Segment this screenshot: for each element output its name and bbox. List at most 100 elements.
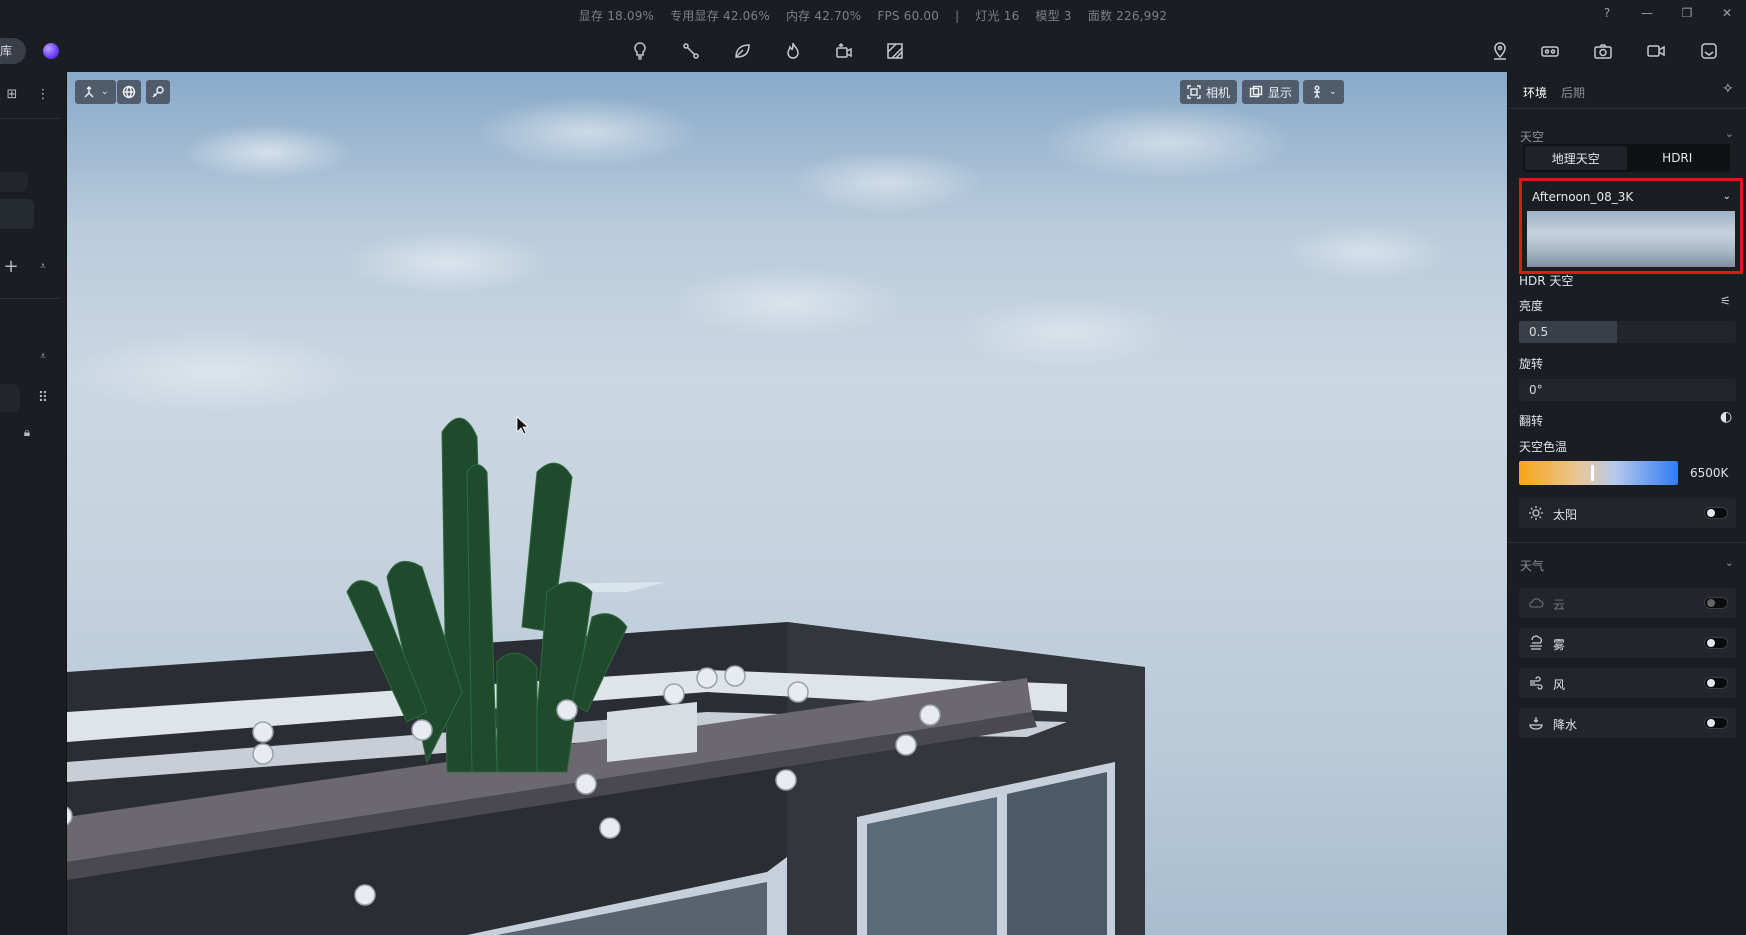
app-window: 显存 18.09% 专用显存 42.06% 内存 42.70% FPS 60.0… bbox=[0, 0, 1746, 935]
3d-viewport[interactable]: ⌄ 相机 显示 ⌄ bbox=[67, 72, 1507, 935]
walk-mode-dropdown[interactable]: ⌄ bbox=[1303, 80, 1344, 104]
transform-mode-dropdown[interactable]: ⌄ bbox=[75, 80, 116, 104]
right-panel: 环境 后期 ✧ 天空 ⌄ 地理天空 HDRI Afternoon_08_3K ⌄… bbox=[1507, 72, 1746, 935]
render-output-icon[interactable] bbox=[1698, 40, 1720, 62]
rain-label: 降水 bbox=[1553, 718, 1578, 732]
rain-row: 降水 bbox=[1519, 708, 1736, 738]
rotation-label: 旋转 bbox=[1519, 357, 1544, 371]
camera-move-tool-icon[interactable] bbox=[833, 40, 855, 62]
library-label: 库 bbox=[0, 44, 13, 58]
sun-toggle[interactable] bbox=[1704, 507, 1728, 519]
sky-color-temp-label: 天空色温 bbox=[1519, 440, 1568, 454]
grid-view-icon[interactable]: ⠿ bbox=[33, 388, 53, 408]
chevron-down-icon: ⌄ bbox=[101, 87, 109, 97]
video-icon[interactable] bbox=[1645, 40, 1667, 62]
filter-dropdown-icon[interactable]: ⩡ bbox=[33, 346, 53, 366]
add-asset-icon[interactable]: ⊞ bbox=[2, 84, 22, 104]
tab-hdri[interactable]: HDRI bbox=[1627, 146, 1729, 170]
weather-section-title: 天气 bbox=[1520, 559, 1545, 573]
wind-icon bbox=[1528, 675, 1544, 691]
left-tab[interactable] bbox=[0, 172, 28, 192]
fog-icon bbox=[1528, 635, 1544, 651]
hdri-select[interactable]: Afternoon_08_3K ⌄ bbox=[1527, 186, 1735, 208]
restore-icon[interactable]: ❐ bbox=[1678, 6, 1696, 20]
stat-dedicated-vram: 专用显存 42.06% bbox=[670, 9, 770, 23]
person-icon bbox=[1314, 85, 1320, 99]
stat-vram: 显存 18.09% bbox=[578, 9, 655, 23]
fire-tool-icon[interactable] bbox=[782, 40, 804, 62]
avatar[interactable] bbox=[43, 43, 59, 59]
location-icon[interactable] bbox=[1489, 40, 1511, 62]
cloud-label: 云 bbox=[1553, 598, 1566, 612]
color-temp-knob[interactable] bbox=[1591, 465, 1594, 481]
left-panel: ⊞ ⋮ + ⩡ ⩡ ⠿ 🔒︎ bbox=[0, 72, 67, 935]
flip-label: 翻转 bbox=[1519, 414, 1544, 428]
chevron-down-icon[interactable]: ⌄ bbox=[1725, 556, 1734, 569]
lock-icon[interactable]: 🔒︎ bbox=[17, 422, 37, 442]
main-toolbar: 库 bbox=[0, 30, 1746, 72]
wind-row: 风 bbox=[1519, 668, 1736, 698]
rain-toggle[interactable] bbox=[1704, 717, 1728, 729]
path-tool-icon[interactable] bbox=[680, 40, 702, 62]
help-icon[interactable]: ? bbox=[1598, 6, 1616, 20]
rain-icon bbox=[1528, 715, 1544, 731]
layers-icon bbox=[1249, 85, 1263, 98]
stat-faces: 面数 226,992 bbox=[1087, 9, 1168, 23]
more-options-icon[interactable]: ⋮ bbox=[33, 84, 53, 104]
close-icon[interactable]: ✕ bbox=[1718, 6, 1736, 20]
snap-button[interactable] bbox=[146, 80, 170, 104]
sky-section-title: 天空 bbox=[1520, 130, 1545, 144]
hdri-selected-value: Afternoon_08_3K bbox=[1532, 190, 1634, 204]
cloud-toggle[interactable] bbox=[1704, 597, 1728, 609]
wind-toggle[interactable] bbox=[1704, 677, 1728, 689]
wind-label: 风 bbox=[1553, 678, 1566, 692]
rotation-field[interactable]: 0° bbox=[1519, 379, 1736, 401]
chevron-down-icon: ⌄ bbox=[1722, 191, 1731, 202]
fog-toggle[interactable] bbox=[1704, 637, 1728, 649]
library-button[interactable]: 库 bbox=[0, 38, 26, 64]
divider bbox=[1508, 542, 1746, 543]
left-list-item[interactable] bbox=[0, 384, 20, 412]
sliders-icon[interactable]: ⚟ bbox=[1720, 294, 1731, 308]
tab-post[interactable]: 后期 bbox=[1561, 84, 1585, 101]
cloud-row: 云 bbox=[1519, 588, 1736, 618]
fog-label: 雾 bbox=[1553, 638, 1566, 652]
rotation-value: 0° bbox=[1529, 383, 1543, 397]
screenshot-icon[interactable] bbox=[1592, 40, 1614, 62]
add-icon[interactable]: + bbox=[1, 256, 21, 277]
stat-separator: | bbox=[955, 9, 960, 23]
hdr-sky-label: HDR 天空 bbox=[1519, 274, 1574, 288]
scene-render bbox=[67, 416, 1145, 935]
chevron-down-icon: ⌄ bbox=[1329, 87, 1337, 97]
sky-mode-toggle: 地理天空 HDRI bbox=[1523, 144, 1730, 172]
display-label: 显示 bbox=[1268, 85, 1293, 100]
tab-environment[interactable]: 环境 bbox=[1523, 84, 1547, 101]
chevron-down-icon[interactable]: ⌄ bbox=[1725, 127, 1734, 140]
display-button[interactable]: 显示 bbox=[1242, 80, 1300, 104]
status-bar: 显存 18.09% 专用显存 42.06% 内存 42.70% FPS 60.0… bbox=[0, 0, 1746, 30]
camera-label: 相机 bbox=[1206, 85, 1231, 100]
sun-icon bbox=[1528, 505, 1544, 521]
brightness-slider[interactable]: 0.5 bbox=[1519, 321, 1736, 343]
world-space-button[interactable] bbox=[117, 80, 141, 104]
performance-stats: 显存 18.09% 专用显存 42.06% 内存 42.70% FPS 60.0… bbox=[0, 7, 1746, 24]
hdri-thumbnail[interactable] bbox=[1527, 211, 1735, 267]
sparkle-icon[interactable]: ✧ bbox=[1722, 81, 1734, 97]
divider bbox=[0, 118, 60, 119]
stat-lights: 灯光 16 bbox=[975, 9, 1020, 23]
stat-fps: FPS 60.00 bbox=[877, 9, 940, 23]
leaf-tool-icon[interactable] bbox=[731, 40, 753, 62]
brightness-label: 亮度 bbox=[1519, 299, 1544, 313]
minimize-icon[interactable]: — bbox=[1638, 6, 1656, 20]
tab-geo-sky[interactable]: 地理天空 bbox=[1525, 146, 1627, 170]
camera-frame-icon bbox=[1187, 85, 1201, 99]
vr-icon[interactable] bbox=[1539, 40, 1561, 62]
color-temp-slider[interactable] bbox=[1519, 461, 1678, 485]
stat-models: 模型 3 bbox=[1035, 9, 1072, 23]
filter-dropdown-icon[interactable]: ⩡ bbox=[33, 256, 53, 276]
light-tool-icon[interactable] bbox=[629, 40, 651, 62]
material-tool-icon[interactable] bbox=[884, 40, 906, 62]
camera-button[interactable]: 相机 bbox=[1180, 80, 1238, 104]
left-search-box[interactable] bbox=[0, 199, 34, 229]
flip-contrast-icon[interactable]: ◐ bbox=[1720, 409, 1732, 425]
